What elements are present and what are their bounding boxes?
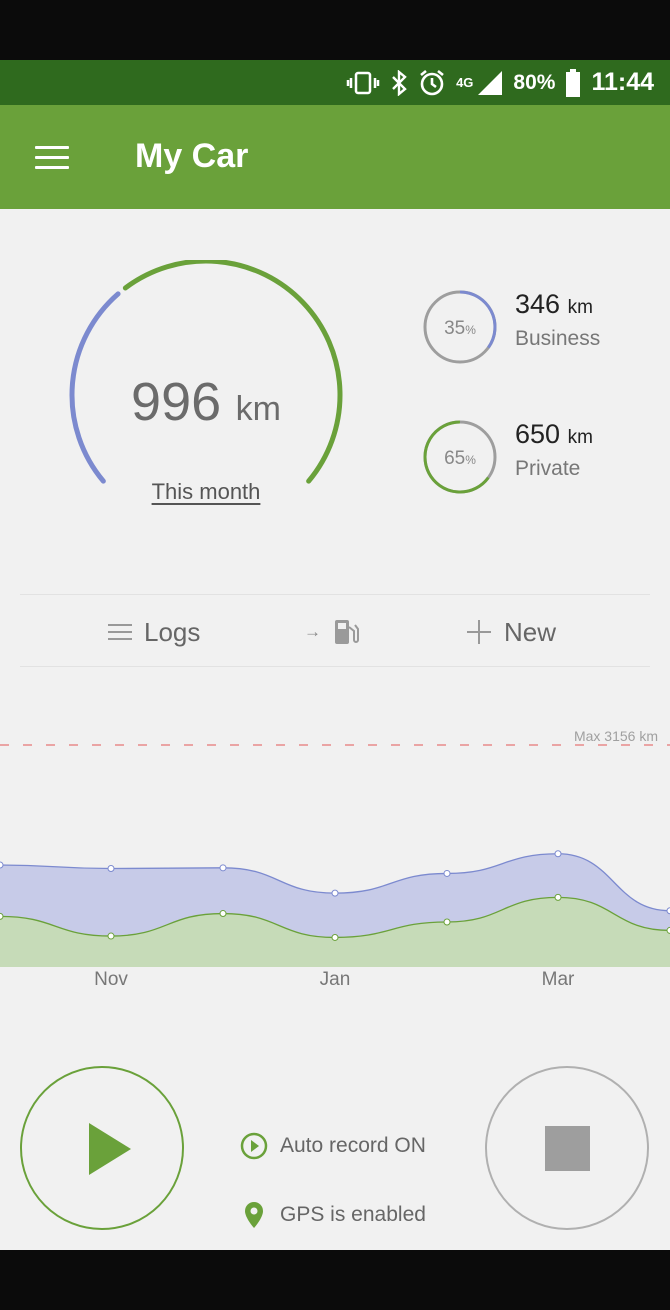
- distance-area-chart: [0, 744, 670, 967]
- logs-label: Logs: [144, 616, 201, 647]
- business-distance: 346 km: [515, 289, 593, 319]
- business-percent-ring: 35%: [423, 290, 497, 364]
- data-point: [554, 893, 562, 901]
- auto-record-status: Auto record ON: [240, 1132, 426, 1160]
- data-point: [331, 889, 339, 897]
- page-title: My Car: [135, 137, 249, 175]
- data-point: [0, 861, 4, 869]
- start-recording-button[interactable]: [20, 1066, 184, 1230]
- new-label: New: [504, 616, 557, 647]
- divider: [20, 594, 650, 595]
- private-stat: 65% 650 km Private: [422, 419, 662, 499]
- play-circle-icon: [240, 1132, 268, 1160]
- play-icon: [89, 1123, 131, 1175]
- business-label: Business: [515, 327, 601, 350]
- private-distance: 650 km: [515, 419, 593, 449]
- network-type: 4G: [456, 75, 474, 90]
- data-point: [554, 850, 562, 858]
- data-point: [107, 932, 115, 940]
- gps-status: GPS is enabled: [240, 1200, 426, 1230]
- auto-record-text: Auto record ON: [280, 1134, 426, 1157]
- app-bar: My Car: [0, 105, 670, 209]
- divider: [20, 666, 650, 667]
- gauge-business-arc: [69, 291, 121, 484]
- stop-icon: [545, 1126, 590, 1171]
- plus-icon: [467, 620, 491, 644]
- action-bar: Logs → New: [0, 597, 670, 667]
- private-label: Private: [515, 457, 581, 480]
- period-selector[interactable]: This month: [126, 479, 286, 505]
- signal-icon: [478, 70, 503, 95]
- list-icon: [108, 624, 132, 640]
- arrow-right-icon: →: [304, 622, 321, 641]
- vibrate-icon: [346, 71, 380, 94]
- total-distance: 996 km: [131, 372, 281, 432]
- private-percent-ring: 65%: [423, 420, 497, 494]
- data-point: [219, 910, 227, 918]
- data-point: [219, 864, 227, 872]
- svg-text:65%: 65%: [444, 448, 476, 469]
- fuel-button[interactable]: →: [304, 597, 359, 667]
- clock: 11:44: [591, 68, 654, 96]
- status-bar: 4G 80% 11:44: [0, 60, 670, 105]
- data-point: [443, 869, 451, 877]
- data-point: [107, 865, 115, 873]
- hamburger-menu-icon[interactable]: [22, 135, 82, 180]
- monthly-distance-gauge: 996 km: [69, 260, 343, 484]
- business-stat: 35% 346 km Business: [422, 289, 662, 369]
- location-pin-icon: [245, 1202, 263, 1228]
- x-tick-label: Jan: [319, 969, 351, 990]
- bluetooth-icon: [392, 69, 407, 96]
- data-point: [443, 918, 451, 926]
- alarm-icon: [420, 69, 444, 95]
- x-tick-label: Mar: [541, 969, 575, 990]
- data-point: [0, 912, 4, 920]
- svg-text:35%: 35%: [444, 318, 476, 339]
- x-tick-label: Nov: [94, 969, 128, 990]
- fuel-pump-icon: [335, 620, 359, 644]
- new-entry-button[interactable]: New: [466, 597, 556, 667]
- stop-recording-button[interactable]: [485, 1066, 649, 1230]
- battery-icon: [566, 68, 581, 97]
- main-content: 996 km This month 35% 346 km Business 65…: [0, 209, 670, 1250]
- data-point: [331, 933, 339, 941]
- gps-text: GPS is enabled: [280, 1203, 426, 1226]
- battery-percent: 80%: [513, 70, 556, 94]
- system-nav-bar: [0, 1250, 670, 1310]
- logs-button[interactable]: Logs: [108, 597, 200, 667]
